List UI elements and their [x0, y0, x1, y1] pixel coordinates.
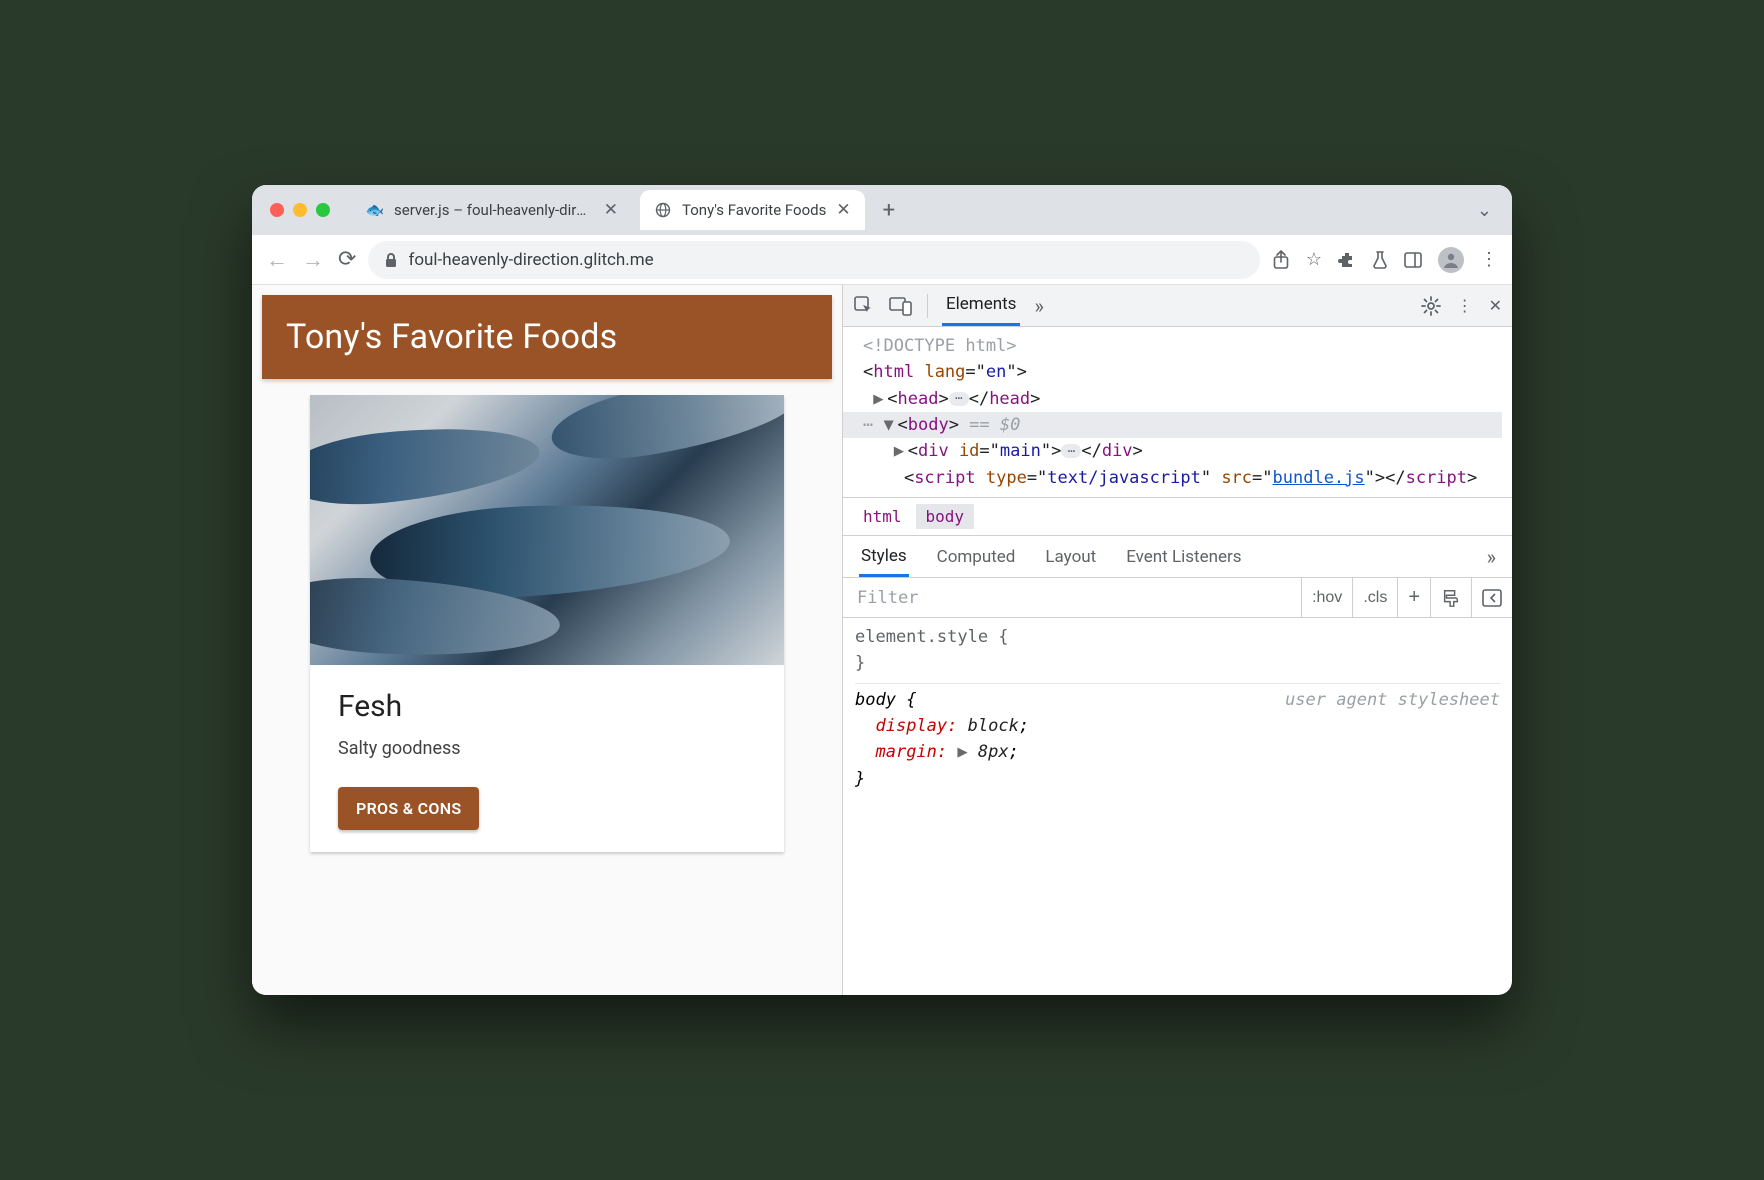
styles-filter-input[interactable]: Filter — [843, 578, 1302, 617]
settings-gear-icon[interactable] — [1421, 296, 1441, 316]
card-description: Salty goodness — [338, 738, 756, 759]
close-tab-icon[interactable]: ✕ — [604, 200, 618, 220]
dom-tree[interactable]: <!DOCTYPE html> <html lang="en"> ▶<head>… — [843, 327, 1512, 497]
minimize-window-button[interactable] — [293, 203, 307, 217]
new-rule-button[interactable]: + — [1398, 578, 1431, 617]
tab-event-listeners[interactable]: Event Listeners — [1124, 538, 1243, 575]
share-icon[interactable] — [1272, 250, 1290, 270]
url-text: foul-heavenly-direction.glitch.me — [408, 250, 653, 270]
lock-icon — [384, 252, 398, 268]
bookmark-star-icon[interactable]: ☆ — [1306, 249, 1322, 270]
dom-doctype: <!DOCTYPE html> — [863, 333, 1502, 359]
device-toggle-icon[interactable] — [889, 296, 913, 316]
window-controls — [270, 203, 330, 217]
crumb-html[interactable]: html — [853, 504, 912, 529]
back-button[interactable]: ← — [266, 247, 288, 273]
paint-icon[interactable] — [1431, 578, 1472, 617]
overflow-menu-icon[interactable]: ⋮ — [1480, 249, 1498, 270]
more-styles-tabs-icon[interactable]: » — [1487, 545, 1496, 569]
fish-favicon-icon: 🐟 — [366, 201, 384, 219]
profile-avatar[interactable] — [1438, 247, 1464, 273]
inspect-element-icon[interactable] — [853, 295, 875, 317]
tabs-overflow-button[interactable]: ⌄ — [1469, 200, 1500, 221]
devtools-panel: Elements » ⋮ ✕ <!DOCTYPE html> <html lan… — [842, 285, 1512, 995]
extensions-icon[interactable] — [1338, 251, 1356, 269]
styles-toolbar: Filter :hov .cls + — [843, 578, 1512, 618]
tab-title: Tony's Favorite Foods — [682, 201, 826, 219]
forward-button[interactable]: → — [302, 247, 324, 273]
browser-window: 🐟 server.js – foul-heavenly-direct ✕ Ton… — [252, 185, 1512, 995]
computed-panel-icon[interactable] — [1472, 578, 1512, 617]
tab-styles[interactable]: Styles — [859, 537, 909, 577]
browser-toolbar: ← → ⟳ foul-heavenly-direction.glitch.me … — [252, 235, 1512, 285]
tab-computed[interactable]: Computed — [935, 538, 1018, 575]
globe-favicon-icon — [654, 201, 672, 219]
maximize-window-button[interactable] — [316, 203, 330, 217]
breadcrumb: html body — [843, 497, 1512, 536]
new-tab-button[interactable]: + — [873, 198, 905, 223]
styles-tab-bar: Styles Computed Layout Event Listeners » — [843, 536, 1512, 578]
crumb-body[interactable]: body — [916, 504, 975, 529]
devtools-toolbar: Elements » ⋮ ✕ — [843, 285, 1512, 327]
address-bar[interactable]: foul-heavenly-direction.glitch.me — [368, 241, 1259, 279]
ua-label: user agent stylesheet — [1285, 687, 1500, 713]
tab-layout[interactable]: Layout — [1043, 538, 1098, 575]
devtools-menu-icon[interactable]: ⋮ — [1457, 296, 1473, 315]
reload-button[interactable]: ⟳ — [338, 247, 356, 273]
page-title: Tony's Favorite Foods — [262, 295, 832, 379]
selected-dom-node[interactable]: ⋯ ▼<body> == $0 — [843, 412, 1502, 438]
elements-tab[interactable]: Elements — [942, 286, 1020, 326]
side-panel-icon[interactable] — [1404, 252, 1422, 268]
labs-icon[interactable] — [1372, 250, 1388, 270]
tab-title: server.js – foul-heavenly-direct — [394, 201, 594, 219]
tab-strip: 🐟 server.js – foul-heavenly-direct ✕ Ton… — [252, 185, 1512, 235]
tab-active[interactable]: Tony's Favorite Foods ✕ — [640, 190, 865, 230]
close-devtools-icon[interactable]: ✕ — [1489, 296, 1502, 315]
card-image — [310, 395, 784, 665]
tab-inactive[interactable]: 🐟 server.js – foul-heavenly-direct ✕ — [352, 190, 632, 230]
close-window-button[interactable] — [270, 203, 284, 217]
styles-pane[interactable]: element.style { } user agent stylesheet … — [843, 618, 1512, 995]
cls-toggle[interactable]: .cls — [1353, 578, 1398, 617]
close-tab-icon[interactable]: ✕ — [836, 200, 850, 220]
pros-cons-button[interactable]: PROS & CONS — [338, 787, 479, 830]
more-tabs-icon[interactable]: » — [1034, 294, 1043, 318]
rendered-page: Tony's Favorite Foods Fesh Salty goodnes… — [252, 285, 842, 995]
hov-toggle[interactable]: :hov — [1302, 578, 1353, 617]
food-card: Fesh Salty goodness PROS & CONS — [310, 395, 784, 852]
card-title: Fesh — [338, 689, 756, 724]
